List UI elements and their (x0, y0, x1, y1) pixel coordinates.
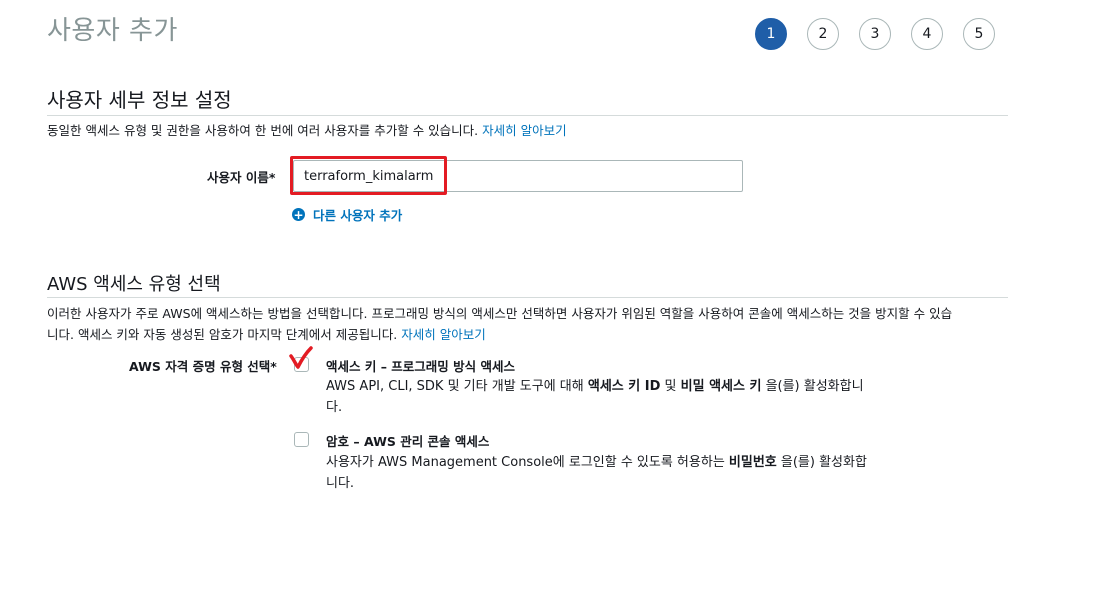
console-access-title: 암호 – AWS 관리 콘솔 액세스 (326, 434, 490, 449)
step-2[interactable]: 2 (807, 18, 839, 50)
step-4[interactable]: 4 (911, 18, 943, 50)
access-type-description: 이러한 사용자가 주로 AWS에 액세스하는 방법을 선택합니다. 프로그래밍 … (47, 306, 953, 342)
divider (47, 115, 1008, 116)
step-indicator: 1 2 3 4 5 (755, 18, 1015, 50)
learn-more-link[interactable]: 자세히 알아보기 (401, 327, 485, 342)
access-type-title: AWS 액세스 유형 선택 (47, 274, 221, 295)
learn-more-link[interactable]: 자세히 알아보기 (482, 123, 566, 138)
step-5[interactable]: 5 (963, 18, 995, 50)
step-3[interactable]: 3 (859, 18, 891, 50)
credential-type-label: AWS 자격 증명 유형 선택* (129, 359, 277, 374)
user-details-description: 동일한 액세스 유형 및 권한을 사용하여 한 번에 여러 사용자를 추가할 수… (47, 123, 567, 138)
programmatic-access-description: AWS API, CLI, SDK 및 기타 개발 도구에 대해 액세스 키 I… (326, 379, 864, 415)
user-details-title: 사용자 세부 정보 설정 (47, 88, 232, 112)
add-another-user-link[interactable]: + 다른 사용자 추가 (292, 205, 402, 224)
programmatic-access-title: 액세스 키 – 프로그래밍 방식 액세스 (326, 359, 516, 374)
divider (47, 297, 1008, 298)
page-title: 사용자 추가 (47, 16, 178, 46)
plus-circle-icon: + (292, 207, 305, 222)
add-user-label: 다른 사용자 추가 (313, 208, 403, 223)
red-checkmark-icon (289, 346, 313, 369)
step-1[interactable]: 1 (755, 18, 787, 50)
username-input[interactable] (293, 160, 743, 192)
username-label: 사용자 이름* (207, 170, 276, 185)
console-access-checkbox[interactable] (294, 432, 309, 447)
console-access-description: 사용자가 AWS Management Console에 로그인할 수 있도록 … (326, 455, 867, 491)
